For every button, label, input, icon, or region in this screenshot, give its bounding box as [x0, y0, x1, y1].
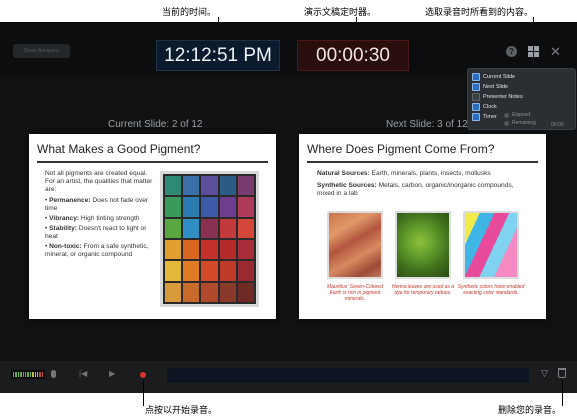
- menu-item-timer[interactable]: Timer: [472, 113, 497, 121]
- slide-title: Where Does Pigment Come From?: [307, 142, 495, 156]
- checkbox-icon[interactable]: [472, 93, 480, 101]
- slide-title: What Makes a Good Pigment?: [37, 142, 201, 156]
- current-slide-label: Current Slide: 2 of 12: [108, 119, 203, 130]
- title-rule: [37, 161, 268, 163]
- show-navigator-button[interactable]: Show Navigator: [13, 44, 70, 58]
- next-slide[interactable]: Where Does Pigment Come From? Natural So…: [299, 134, 546, 319]
- slide-body: Not all pigments are created equal. For …: [45, 170, 155, 259]
- layout-menu: Current Slide Next Slide Presenter Notes…: [467, 68, 576, 130]
- bullet: • Permanence: Does not fade over time: [45, 197, 149, 212]
- image-caption: Mauritius' Seven-Colored Earth is rich i…: [327, 284, 383, 302]
- menu-item-next-slide[interactable]: Next Slide: [472, 83, 508, 91]
- image-caption: Henna leaves are used as a dye for tempo…: [391, 284, 455, 296]
- image-caption: Synthetic colors have enabled exacting c…: [457, 284, 525, 296]
- checkbox-icon[interactable]: [472, 113, 480, 121]
- record-button[interactable]: [140, 372, 146, 378]
- microphone-icon[interactable]: [51, 370, 56, 378]
- callout-current-time: 当前的时间。: [162, 7, 217, 17]
- slide-body: Natural Sources: Earth, minerals, plants…: [317, 170, 532, 198]
- next-slide-label: Next Slide: 3 of 12: [386, 119, 468, 130]
- callout-rehearsal-timer: 演示文稿定时器。: [304, 7, 377, 17]
- menu-item-clock[interactable]: Clock: [472, 103, 497, 111]
- color-swatches-image: [463, 211, 519, 279]
- skip-back-icon[interactable]: |◀: [79, 369, 87, 378]
- recording-timeline[interactable]: [167, 368, 529, 383]
- checkbox-icon[interactable]: [472, 83, 480, 91]
- help-icon[interactable]: ?: [506, 46, 517, 57]
- toolbar: [0, 22, 577, 74]
- radio-icon[interactable]: [504, 120, 509, 126]
- callout-choose-content: 选取录音时所看到的内容。: [425, 7, 534, 17]
- playhead-icon[interactable]: ▽: [541, 368, 548, 379]
- slide-intro: Not all pigments are created equal. For …: [45, 170, 153, 193]
- radio-icon[interactable]: [504, 112, 509, 118]
- timer-display[interactable]: 00:00:30: [297, 40, 409, 71]
- henna-leaves-image: [395, 211, 451, 279]
- pigment-jars-image: [160, 171, 259, 307]
- seven-colored-earth-image: [327, 211, 383, 279]
- timer-option-remaining[interactable]: Remaining: [504, 120, 536, 126]
- trash-icon[interactable]: [558, 368, 566, 378]
- audio-level-meter: [11, 370, 45, 379]
- callout-start-recording: 点按以开始录音。: [145, 405, 218, 415]
- play-icon[interactable]: ▶: [109, 369, 115, 378]
- close-icon[interactable]: ✕: [550, 44, 561, 60]
- callout-line-record: [143, 380, 144, 406]
- menu-item-presenter-notes[interactable]: Presenter Notes: [472, 93, 523, 101]
- bullet: • Stability: Doesn't react to light or h…: [45, 225, 147, 240]
- bullet: • Non-toxic: From a safe synthetic, mine…: [45, 243, 149, 258]
- timer-option-elapsed[interactable]: Elapsed: [504, 112, 530, 118]
- timer-value[interactable]: 00:00: [551, 122, 564, 128]
- clock-display: 12:12:51 PM: [156, 40, 280, 71]
- callout-delete-recording: 删除您的录音。: [498, 405, 562, 415]
- title-rule: [307, 161, 538, 163]
- bullet: • Vibrancy: High tinting strength: [45, 215, 140, 222]
- checkbox-icon[interactable]: [472, 73, 480, 81]
- checkbox-icon[interactable]: [472, 103, 480, 111]
- layout-icon[interactable]: [528, 46, 539, 57]
- current-slide[interactable]: What Makes a Good Pigment? Not all pigme…: [29, 134, 276, 319]
- synthetic-sources: Synthetic Sources: Metals, carbon, organ…: [317, 182, 514, 197]
- menu-item-current-slide[interactable]: Current Slide: [472, 73, 515, 81]
- natural-sources: Natural Sources: Earth, minerals, plants…: [317, 170, 491, 177]
- callout-line-delete: [562, 380, 563, 406]
